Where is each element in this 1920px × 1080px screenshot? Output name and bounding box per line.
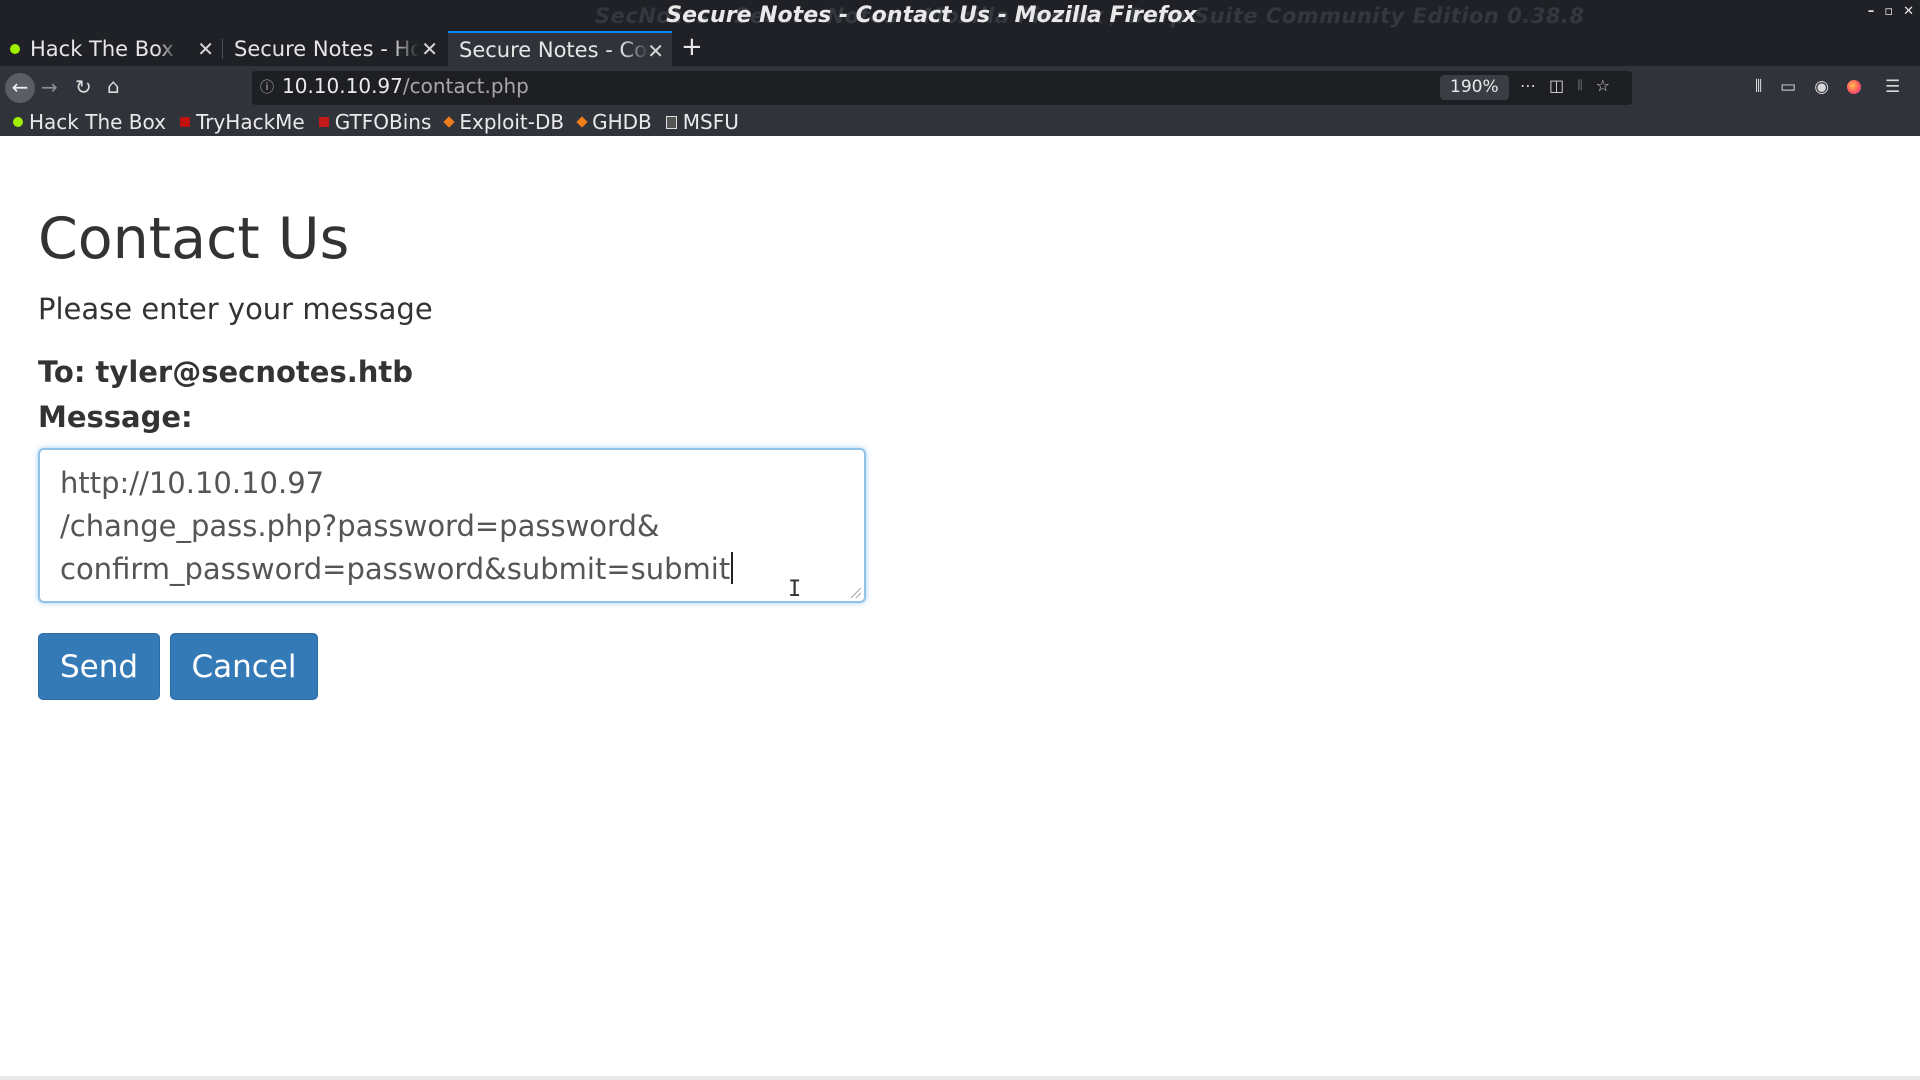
- close-tab-icon[interactable]: ✕: [647, 39, 664, 63]
- account-icon[interactable]: ◉: [1814, 77, 1829, 97]
- tab-secure-notes-home[interactable]: Secure Notes - Home ✕: [224, 31, 446, 66]
- ghdb-icon: [576, 116, 588, 128]
- bookmark-gtfobins[interactable]: GTFOBins: [318, 110, 432, 134]
- maximize-icon[interactable]: ▫: [1884, 4, 1893, 19]
- bookmark-label: GHDB: [592, 110, 652, 134]
- zoom-level-badge[interactable]: 190%: [1440, 75, 1509, 100]
- bookmark-label: Exploit-DB: [459, 110, 565, 134]
- gtfobins-icon: [318, 117, 329, 127]
- bookmark-ghdb[interactable]: GHDB: [576, 110, 652, 134]
- exploit-db-icon: [443, 116, 456, 128]
- home-icon[interactable]: ⌂: [107, 74, 120, 98]
- message-label: Message:: [38, 400, 193, 434]
- bookmark-label: TryHackMe: [195, 110, 305, 134]
- close-window-icon[interactable]: ✕: [1903, 4, 1914, 19]
- bookmark-hack-the-box[interactable]: Hack The Box: [13, 110, 166, 134]
- tab-strip: Hack The Box :: Main ✕ Secure Notes - Ho…: [0, 31, 1920, 66]
- tab-label: Secure Notes - Contact Us: [459, 37, 649, 62]
- toolbar-right: ⫴ ▭ ◉ ☰: [1755, 77, 1900, 97]
- message-textarea[interactable]: http://10.10.10.97 /change_pass.php?pass…: [38, 448, 866, 603]
- text-cursor-icon: I: [788, 577, 802, 602]
- bookmark-exploit-db[interactable]: Exploit-DB: [443, 110, 565, 134]
- window-controls: – ▫ ✕: [1868, 4, 1914, 19]
- forward-arrow-icon[interactable]: →: [41, 75, 58, 99]
- page-actions-menu-icon[interactable]: ⋯: [1520, 76, 1536, 95]
- msfu-icon: [665, 115, 677, 129]
- recipient-label: To: tyler@secnotes.htb: [38, 355, 413, 389]
- htb-icon: [13, 117, 23, 127]
- resize-grip-icon[interactable]: [851, 588, 861, 598]
- site-info-icon[interactable]: ⓘ: [260, 77, 274, 97]
- reader-mode-icon[interactable]: ⫼: [1577, 78, 1583, 93]
- tab-hack-the-box[interactable]: Hack The Box :: Main ✕: [0, 31, 222, 66]
- bookmark-star-icon[interactable]: ☆: [1596, 76, 1610, 95]
- htb-favicon-icon: [10, 43, 20, 54]
- tryhackme-icon: [179, 117, 190, 127]
- page-subtitle: Please enter your message: [38, 292, 433, 326]
- bookmark-label: MSFU: [682, 110, 739, 134]
- back-arrow-icon[interactable]: ←: [5, 73, 35, 103]
- bookmark-tryhackme[interactable]: TryHackMe: [179, 110, 305, 134]
- bookmark-label: GTFOBins: [334, 110, 432, 134]
- sidebar-icon[interactable]: ▭: [1780, 77, 1796, 97]
- hamburger-menu-icon[interactable]: ☰: [1885, 77, 1900, 97]
- pocket-icon[interactable]: ◫: [1549, 76, 1564, 95]
- reload-icon[interactable]: ↻: [75, 75, 92, 99]
- bookmarks-toolbar: Hack The Box TryHackMe GTFOBins Exploit-…: [0, 108, 1920, 136]
- message-line-text: confirm_password=password&submit=submit: [60, 552, 731, 586]
- cancel-button[interactable]: Cancel: [170, 633, 318, 700]
- page-content: Contact Us Please enter your message To:…: [0, 136, 1920, 1076]
- message-line-last: confirm_password=password&submit=submit: [60, 548, 844, 591]
- tab-separator: [222, 39, 223, 59]
- window-bottom-edge: [0, 1076, 1920, 1080]
- bookmark-msfu[interactable]: MSFU: [665, 110, 739, 134]
- send-button[interactable]: Send: [38, 633, 160, 700]
- url-path: /contact.php: [402, 74, 529, 98]
- library-icon[interactable]: ⫴: [1755, 77, 1762, 97]
- new-tab-icon[interactable]: +: [681, 32, 703, 62]
- url-actions: ⋯ ◫ ⫼ ☆: [1520, 76, 1610, 95]
- tab-label: Secure Notes - Home: [234, 36, 419, 61]
- close-tab-icon[interactable]: ✕: [197, 37, 214, 61]
- page-title: Contact Us: [38, 206, 350, 272]
- url-host: 10.10.10.97: [282, 74, 403, 98]
- message-line: /change_pass.php?password=password&: [60, 509, 660, 543]
- navigation-toolbar: ← → ↻ ⌂ ⓘ 10.10.10.97/contact.php 190% ⋯…: [0, 66, 1920, 113]
- message-line: http://10.10.10.97: [60, 466, 325, 500]
- close-tab-icon[interactable]: ✕: [421, 37, 438, 61]
- url-text[interactable]: 10.10.10.97/contact.php: [282, 74, 529, 98]
- firefox-extension-icon[interactable]: [1847, 80, 1862, 94]
- window-title: Secure Notes - Contact Us - Mozilla Fire…: [666, 3, 1197, 28]
- tab-secure-notes-contact[interactable]: Secure Notes - Contact Us ✕: [448, 31, 672, 66]
- bookmark-label: Hack The Box: [29, 110, 166, 134]
- tab-label: Hack The Box :: Main: [30, 36, 180, 61]
- minimize-icon[interactable]: –: [1868, 4, 1875, 19]
- url-bar[interactable]: ⓘ 10.10.10.97/contact.php 190% ⋯ ◫ ⫼ ☆: [252, 71, 1632, 105]
- text-caret: [731, 552, 734, 584]
- window-title-bar: SecNotes - Secure Notes - Mozilla Firefo…: [0, 0, 1920, 31]
